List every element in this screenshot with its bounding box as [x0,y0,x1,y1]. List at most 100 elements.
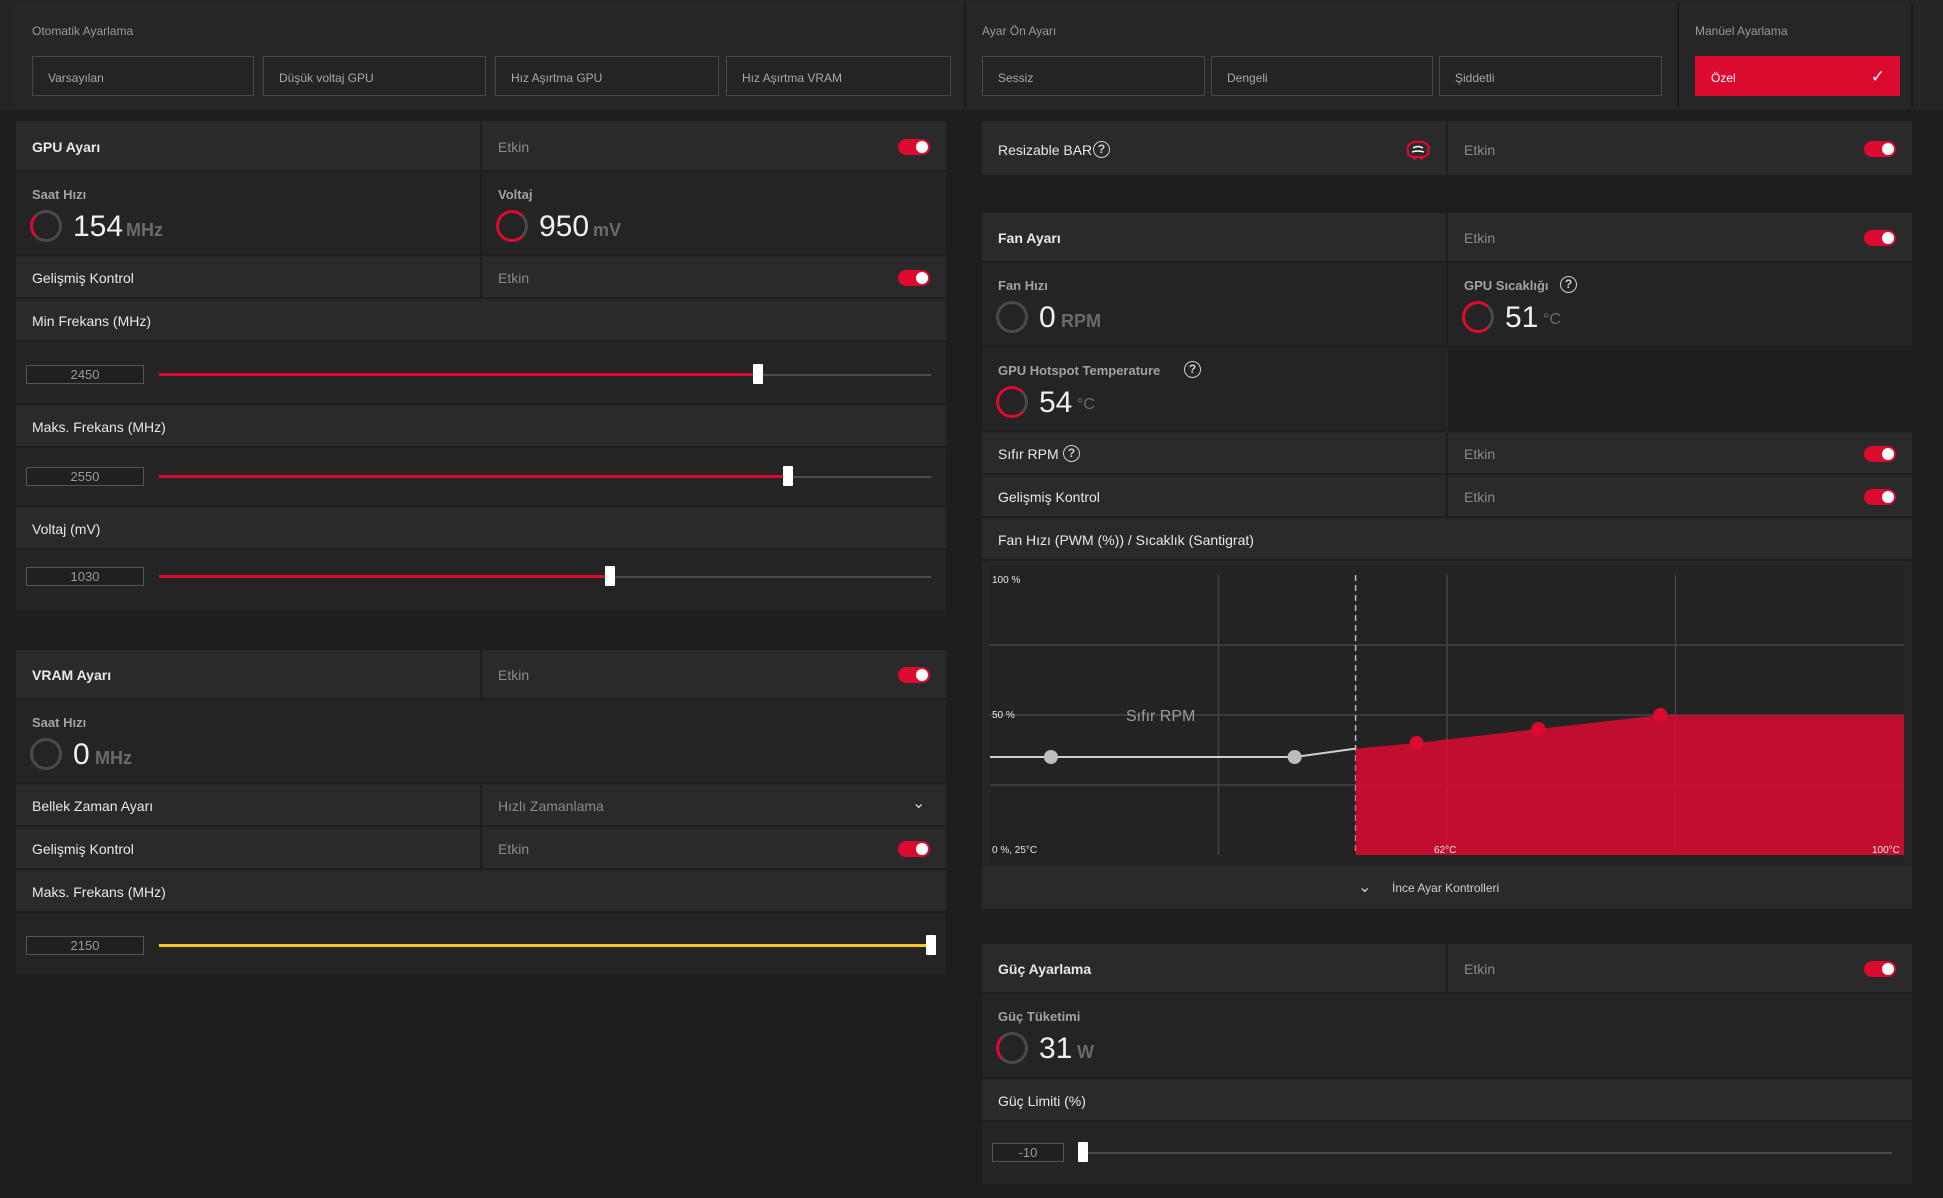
fan-curve-point[interactable] [1043,750,1058,764]
fine-tune-row[interactable]: ⌄ İnce Ayar Kontrolleri [982,867,1912,909]
min-freq-slider-thumb[interactable] [753,364,763,384]
vram-advanced-toggle[interactable] [898,841,930,857]
vram-max-freq-slider-row: 2150 [16,914,946,976]
preset-overclock-gpu-button[interactable]: Hız Aşırtma GPU [495,56,719,96]
preset-rage-button[interactable]: Şiddetli [1439,56,1662,96]
y-tick-label: 50 % [992,710,1015,721]
empty-cell [1448,349,1912,432]
power-tuning-toggle[interactable] [1864,961,1896,977]
fan-advanced-label: Gelişmiş Kontrol [998,489,1100,505]
chevron-down-icon[interactable]: ⌄ [1358,877,1371,897]
fan-curve-point[interactable] [1531,722,1546,736]
power-tuning-card: Güç Ayarlama Etkin Güç Tüketimi 31 W Güç… [982,944,1912,1184]
power-tuning-header: Güç Ayarlama Etkin [982,944,1912,994]
fine-tune-label[interactable]: İnce Ayar Kontrolleri [1392,881,1499,895]
fan-curve-point[interactable] [1409,736,1424,750]
hotspot-row: GPU Hotspot Temperature ? 54 °C [982,349,1446,432]
voltage-slider-thumb[interactable] [605,566,615,586]
fan-curve-svg[interactable]: 100 % 50 % 0 %, 25°C Sıfır RPM 62°C 100°C [990,565,1904,865]
vram-tuning-state: Etkin [498,667,530,683]
power-limit-slider-row: -10 [982,1123,1912,1184]
vram-tuning-toggle[interactable] [898,667,930,683]
vram-max-freq-slider-thumb[interactable] [926,935,936,955]
preset-default-button[interactable]: Varsayılan [32,56,254,96]
voltage-label-row: Voltaj (mV) [16,508,946,550]
preset-custom-button[interactable]: Özel ✓ [1695,56,1900,96]
fan-curve-chart[interactable]: 100 % 50 % 0 %, 25°C Sıfır RPM 62°C 100°C [990,565,1904,865]
gpu-tuning-toggle[interactable] [898,139,930,155]
resizable-bar-toggle[interactable] [1864,141,1896,157]
max-freq-slider-thumb[interactable] [783,466,793,486]
vram-clock-label: Saat Hızı [32,715,87,730]
zero-rpm-row: Sıfır RPM ? Etkin [982,433,1912,475]
power-consumption-row: Güç Tüketimi 31 W [982,995,1912,1079]
max-freq-slider-row: 2550 [16,449,946,507]
fan-curve-point[interactable] [1653,708,1668,722]
gpu-advanced-row: Gelişmiş Kontrol Etkin [16,257,946,299]
power-consumption-value: 31 [1039,1032,1073,1065]
gpu-tuning-state: Etkin [498,139,530,155]
x-tick-label: 100°C [1872,845,1900,856]
divider [1446,433,1448,475]
zero-rpm-chart-label: Sıfır RPM [1126,708,1195,725]
preset-overclock-vram-button[interactable]: Hız Aşırtma VRAM [726,56,951,96]
manual-tuning-title: Manüel Ayarlama [1695,24,1788,38]
vram-max-freq-input[interactable]: 2150 [26,936,144,955]
preset-profile-title: Ayar Ön Ayarı [982,24,1057,38]
zero-rpm-toggle[interactable] [1864,446,1896,462]
memory-timing-row: Bellek Zaman Ayarı Hızlı Zamanlama ⌄ [16,785,946,827]
fan-tuning-header: Fan Ayarı Etkin [982,213,1912,263]
fan-tuning-card: Fan Ayarı Etkin Fan Hızı 0 RPM GPU Sıcak… [982,213,1912,909]
vram-max-freq-fill [159,944,931,947]
min-freq-input[interactable]: 2450 [26,365,144,384]
help-icon[interactable]: ? [1063,445,1080,462]
help-icon[interactable]: ? [1093,141,1110,158]
gpu-voltage-unit: mV [593,220,622,240]
voltage-input[interactable]: 1030 [26,567,144,586]
preset-balanced-button[interactable]: Dengeli [1211,56,1433,96]
fan-speed-unit: RPM [1061,311,1101,331]
vram-clock-value: 0 [73,738,90,771]
gpu-clock-gauge-icon [30,210,62,242]
power-limit-input[interactable]: -10 [992,1143,1064,1162]
min-freq-label: Min Frekans (MHz) [32,313,152,329]
preset-quiet-button[interactable]: Sessiz [982,56,1205,96]
tuning-preset-bar: Otomatik Ayarlama Varsayılan Düşük volta… [0,0,1943,110]
gpu-temp-unit: °C [1543,311,1561,328]
fan-tuning-title: Fan Ayarı [998,230,1061,246]
voltage-slider-row: 1030 [16,551,946,613]
gpu-advanced-toggle[interactable] [898,270,930,286]
divider [1446,121,1448,177]
fan-tuning-toggle[interactable] [1864,230,1896,246]
max-freq-label: Maks. Frekans (MHz) [32,419,166,435]
max-freq-input[interactable]: 2550 [26,467,144,486]
vram-tuning-title: VRAM Ayarı [32,667,112,683]
min-freq-fill [159,373,758,376]
fan-advanced-toggle[interactable] [1864,489,1896,505]
resizable-bar-card: Resizable BAR ? Etkin [982,121,1912,177]
fan-curve-point[interactable] [1287,750,1302,764]
vram-clock-unit: MHz [95,748,132,768]
help-icon[interactable]: ? [1184,361,1201,378]
preset-undervolt-button[interactable]: Düşük voltaj GPU [263,56,486,96]
fan-advanced-row: Gelişmiş Kontrol Etkin [982,476,1912,518]
power-limit-slider-thumb[interactable] [1078,1142,1088,1162]
check-icon: ✓ [1870,67,1885,86]
divider [1446,213,1448,263]
fan-speed-value: 0 [1039,301,1056,334]
max-freq-label-row: Maks. Frekans (MHz) [16,406,946,448]
voltage-fill [159,575,610,578]
fan-curve-title-row: Fan Hızı (PWM (%)) / Sıcaklık (Santigrat… [982,519,1912,561]
resizable-bar-label: Resizable BAR [998,142,1093,158]
fan-metrics-row: Fan Hızı 0 RPM GPU Sıcaklığı ? 51 °C [982,264,1912,348]
divider [480,650,482,700]
memory-timing-select[interactable]: Hızlı Zamanlama [498,798,604,814]
max-freq-fill [159,475,788,478]
gpu-voltage-gauge-icon [496,210,528,242]
fan-advanced-state: Etkin [1464,489,1496,505]
fan-curve-title: Fan Hızı (PWM (%)) / Sıcaklık (Santigrat… [998,532,1254,548]
vram-max-freq-label: Maks. Frekans (MHz) [32,884,166,900]
help-icon[interactable]: ? [1560,276,1577,293]
chevron-down-icon[interactable]: ⌄ [912,793,925,813]
y-tick-label: 100 % [992,575,1020,586]
